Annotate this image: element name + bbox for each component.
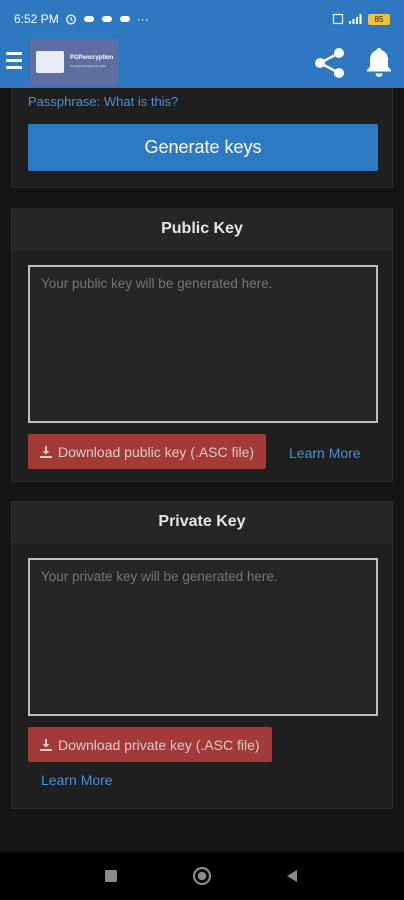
battery-level: 85	[374, 14, 384, 24]
download-icon	[40, 738, 52, 751]
status-left: 6:52 PM ···	[14, 12, 149, 26]
bell-icon[interactable]	[362, 45, 396, 79]
private-key-textarea[interactable]	[28, 558, 378, 716]
public-key-title: Public Key	[12, 209, 392, 250]
public-key-card: Public Key Download public key (.ASC fil…	[11, 208, 393, 482]
public-key-learn-more-link[interactable]: Learn More	[289, 445, 361, 461]
status-more: ···	[136, 12, 149, 26]
square-nav-icon[interactable]	[104, 869, 118, 883]
private-key-learn-more-link[interactable]: Learn More	[41, 772, 113, 788]
logo-title: PGPencryption	[70, 55, 114, 61]
status-bar: 6:52 PM ··· 85	[0, 0, 404, 38]
game-icon-3	[119, 16, 130, 22]
status-right: 85	[332, 13, 390, 25]
download-public-key-button[interactable]: Download public key (.ASC file)	[28, 434, 267, 469]
signal-icon	[349, 14, 362, 24]
passphrase-link[interactable]: Passphrase: What is this?	[28, 94, 178, 109]
game-icon	[83, 16, 94, 22]
menu-icon[interactable]	[6, 52, 22, 72]
download-icon	[40, 445, 52, 458]
game-icon-2	[101, 16, 112, 22]
share-icon[interactable]	[312, 46, 348, 80]
app-bar: PGPencryption Encrypt and decrypt data	[0, 38, 404, 88]
download-private-key-button[interactable]: Download private key (.ASC file)	[28, 727, 272, 762]
circle-nav-icon[interactable]	[192, 866, 212, 886]
screen: 6:52 PM ··· 85 PGPencryption Encrypt and…	[0, 0, 404, 900]
envelope-icon	[36, 51, 64, 73]
logo-subtitle: Encrypt and decrypt data	[70, 64, 107, 68]
sim-icon	[332, 13, 344, 25]
download-public-key-label: Download public key (.ASC file)	[58, 443, 255, 460]
battery-icon: 85	[368, 13, 390, 25]
logo-text: PGPencryption Encrypt and decrypt data	[70, 54, 113, 70]
private-key-card: Private Key Download private key (.ASC f…	[11, 501, 393, 809]
alarm-icon	[65, 14, 76, 25]
status-time: 6:52 PM	[14, 12, 59, 26]
download-private-key-label: Download private key (.ASC file)	[58, 736, 260, 753]
app-logo[interactable]: PGPencryption Encrypt and decrypt data	[30, 39, 118, 85]
public-key-textarea[interactable]	[28, 265, 378, 423]
private-key-title: Private Key	[12, 502, 392, 543]
system-nav-bar	[0, 852, 404, 900]
generate-keys-button[interactable]: Generate keys	[28, 124, 378, 171]
back-nav-icon[interactable]	[285, 869, 299, 883]
